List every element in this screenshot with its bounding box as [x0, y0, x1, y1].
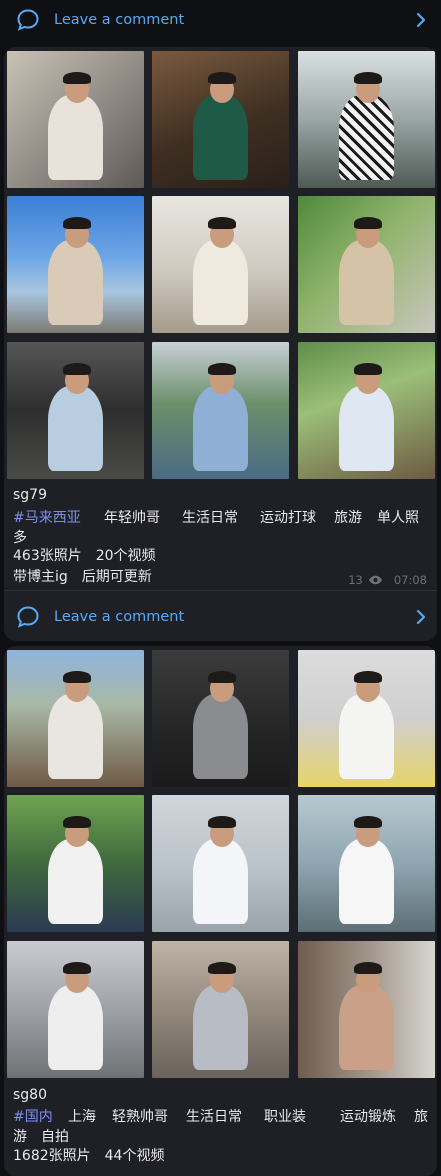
photo-thumbnail[interactable] [7, 196, 144, 333]
tag-text: 职业装 [264, 1109, 306, 1125]
tag-text: 年轻帅哥 [104, 510, 160, 526]
photo-thumbnail[interactable] [152, 51, 289, 188]
post-extra: 带博主ig 后期可更新 [13, 569, 152, 585]
hashtag-link[interactable]: #马来西亚 [13, 507, 81, 527]
chevron-right-icon [416, 12, 426, 28]
post-title: sg80 [13, 1087, 47, 1103]
tag-text: 运动打球 [260, 510, 316, 526]
photo-thumbnail[interactable] [152, 795, 289, 932]
tag-text: 生活日常 [182, 510, 238, 526]
photo-thumbnail[interactable] [7, 650, 144, 787]
photo-thumbnail[interactable] [152, 342, 289, 479]
photo-thumbnail[interactable] [152, 650, 289, 787]
photo-thumbnail[interactable] [298, 196, 435, 333]
comment-bar-top[interactable]: Leave a comment [0, 0, 441, 40]
tag-text: 运动锻炼 [340, 1109, 396, 1125]
tag-text: 旅 [414, 1109, 428, 1125]
tag-text: 单人照 [377, 510, 419, 526]
photo-thumbnail[interactable] [7, 941, 144, 1078]
photo-thumbnail[interactable] [298, 51, 435, 188]
comment-bubble-icon [17, 9, 39, 31]
eye-icon [368, 575, 382, 585]
tag-text: 游 自拍 [13, 1129, 69, 1145]
comment-label: Leave a comment [54, 12, 185, 28]
photo-thumbnail[interactable] [7, 795, 144, 932]
photo-thumbnail[interactable] [152, 941, 289, 1078]
post-title: sg79 [13, 487, 47, 503]
photo-thumbnail[interactable] [152, 196, 289, 333]
tag-text: 生活日常 [186, 1109, 242, 1125]
tag-text: 上海 [68, 1109, 96, 1125]
media-count: 1682张照片 44个视频 [13, 1148, 165, 1164]
chevron-right-icon [416, 609, 426, 625]
hashtag-link[interactable]: #国内 [13, 1106, 53, 1126]
photo-thumbnail[interactable] [7, 51, 144, 188]
post-card-sg79: sg79 #马来西亚 年轻帅哥 生活日常 运动打球 旅游 单人照 多 463张照… [4, 47, 437, 641]
comment-bar[interactable]: Leave a comment [4, 597, 437, 637]
post-time: 07:08 [393, 573, 427, 587]
view-count: 13 [348, 573, 363, 587]
tag-text: 多 [13, 530, 27, 546]
photo-thumbnail[interactable] [298, 650, 435, 787]
media-count: 463张照片 20个视频 [13, 548, 156, 564]
photo-thumbnail[interactable] [7, 342, 144, 479]
post-meta: 13 07:08 [348, 573, 427, 587]
post-card-sg80: sg80 #国内 上海 轻熟帅哥 生活日常 职业装 运动锻炼 旅 游 自拍 16… [4, 646, 437, 1176]
tag-text: 旅游 [334, 510, 362, 526]
comment-bubble-icon [17, 606, 39, 628]
tag-text: 轻熟帅哥 [112, 1109, 168, 1125]
photo-thumbnail[interactable] [298, 941, 435, 1078]
comment-label: Leave a comment [54, 609, 185, 625]
photo-thumbnail[interactable] [298, 795, 435, 932]
divider [4, 590, 437, 591]
photo-thumbnail[interactable] [298, 342, 435, 479]
